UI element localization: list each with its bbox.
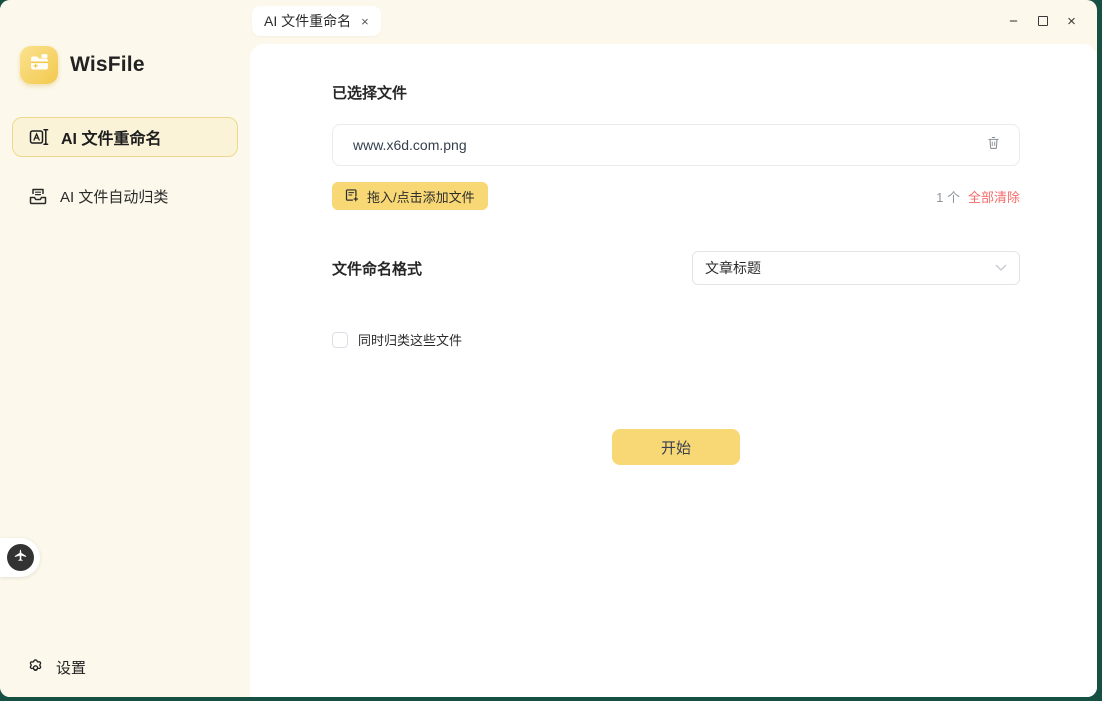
app-window: WisFile AI 文件重命名 AI 文件自动归类 — [0, 0, 1097, 697]
sidebar: WisFile AI 文件重命名 AI 文件自动归类 — [0, 0, 250, 697]
sidebar-item-rename[interactable]: AI 文件重命名 — [12, 117, 238, 157]
maximize-button[interactable] — [1029, 8, 1056, 34]
close-button[interactable]: × — [1058, 8, 1085, 34]
classify-icon — [28, 186, 48, 206]
gear-icon — [26, 656, 45, 679]
naming-format-row: 文件命名格式 文章标题 — [332, 251, 1020, 285]
app-logo-row: WisFile — [20, 46, 145, 84]
settings-button[interactable]: 设置 — [26, 656, 86, 679]
maximize-icon — [1038, 16, 1048, 26]
file-name: www.x6d.com.png — [353, 137, 986, 153]
sidebar-item-classify[interactable]: AI 文件自动归类 — [12, 176, 238, 216]
selected-files-label: 已选择文件 — [332, 82, 407, 103]
file-row[interactable]: www.x6d.com.png — [332, 124, 1020, 166]
airplane-icon — [13, 548, 28, 568]
tab-close-icon[interactable]: × — [361, 15, 369, 28]
file-count: 1 个 — [936, 187, 960, 206]
tab-label: AI 文件重命名 — [264, 11, 351, 31]
add-file-icon — [345, 188, 359, 205]
vpn-pill — [0, 538, 40, 577]
settings-label: 设置 — [56, 657, 86, 678]
sidebar-item-label: AI 文件重命名 — [61, 125, 161, 149]
classify-checkbox[interactable] — [332, 332, 348, 348]
sidebar-item-label: AI 文件自动归类 — [60, 186, 168, 207]
naming-format-value: 文章标题 — [705, 258, 995, 278]
clear-all-button[interactable]: 全部清除 — [968, 187, 1020, 206]
chevron-down-icon — [995, 259, 1007, 277]
classify-checkbox-row[interactable]: 同时归类这些文件 — [332, 330, 462, 349]
classify-checkbox-label: 同时归类这些文件 — [358, 330, 462, 349]
tab-rename[interactable]: AI 文件重命名 × — [252, 6, 381, 36]
folder-icon — [27, 51, 51, 80]
app-title: WisFile — [70, 53, 145, 77]
add-files-row: 拖入/点击添加文件 1 个 全部清除 — [332, 182, 1020, 210]
naming-format-select[interactable]: 文章标题 — [692, 251, 1020, 285]
naming-format-label: 文件命名格式 — [332, 258, 422, 279]
airplane-button[interactable] — [7, 544, 34, 571]
minimize-button[interactable]: − — [1000, 8, 1027, 34]
app-logo — [20, 46, 58, 84]
add-files-button[interactable]: 拖入/点击添加文件 — [332, 182, 488, 210]
delete-file-button[interactable] — [986, 135, 1001, 155]
rename-icon — [29, 127, 49, 147]
add-files-label: 拖入/点击添加文件 — [367, 187, 475, 206]
window-controls: − × — [1000, 8, 1085, 34]
start-button[interactable]: 开始 — [612, 429, 740, 465]
main-panel: 已选择文件 www.x6d.com.png — [250, 44, 1097, 697]
trash-icon — [986, 135, 1001, 155]
